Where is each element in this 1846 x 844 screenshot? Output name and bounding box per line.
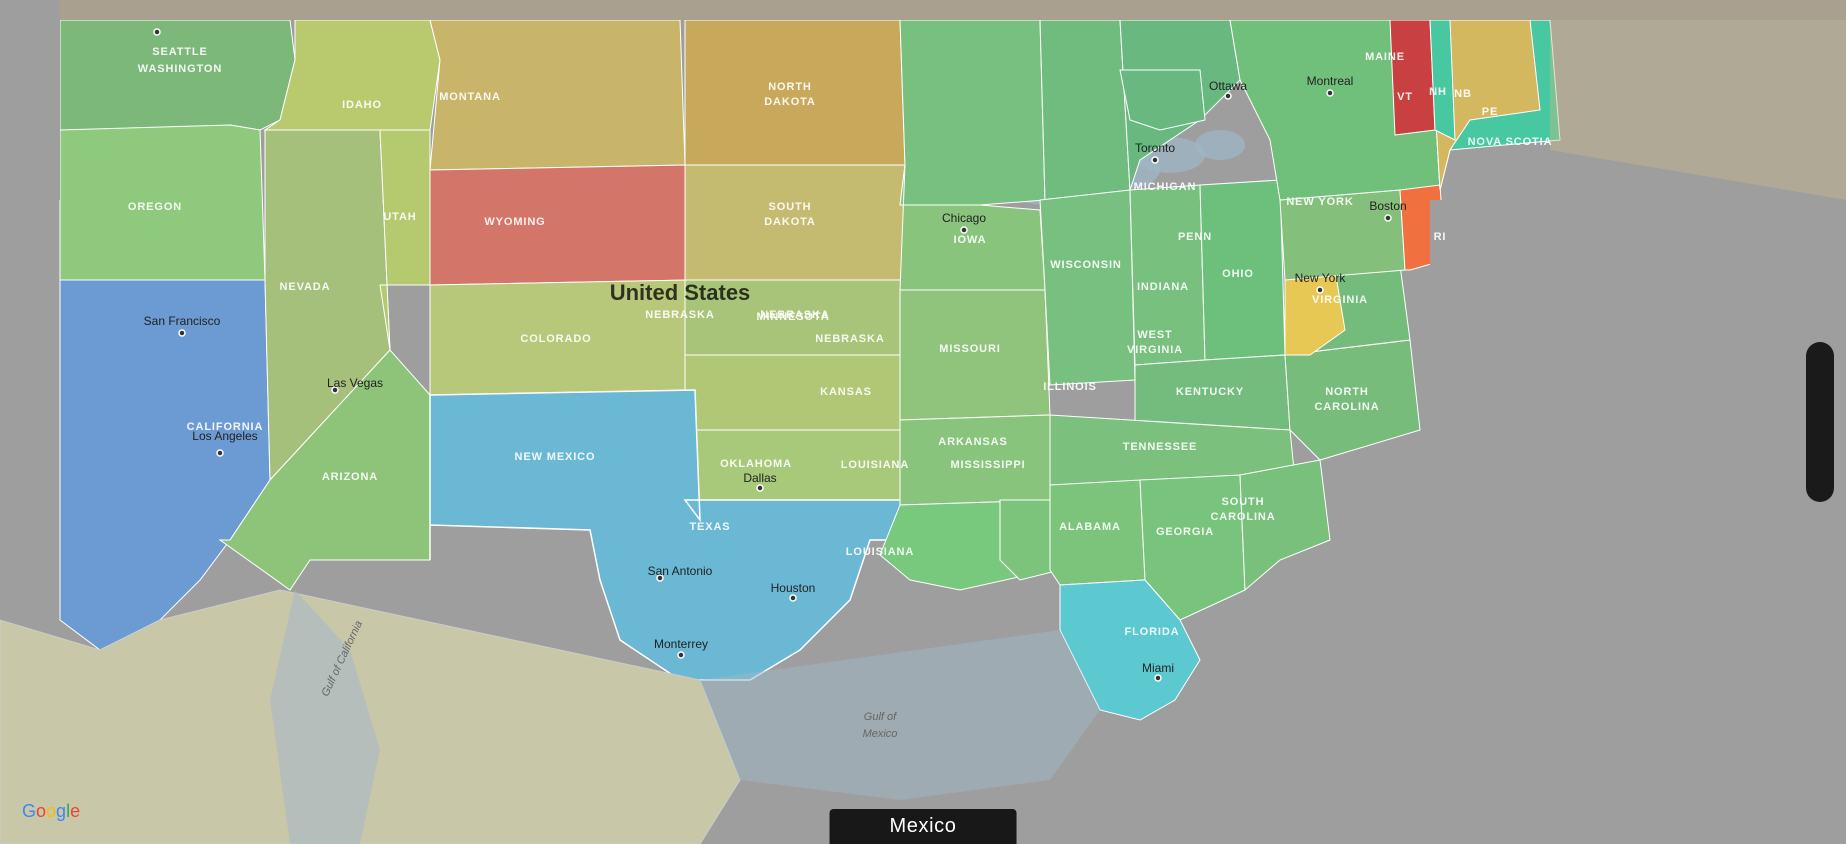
country-label-us: United States xyxy=(610,280,751,305)
city-dot-toronto xyxy=(1152,157,1158,163)
google-g: G xyxy=(22,801,36,821)
google-logo: Google xyxy=(22,801,80,822)
google-e: e xyxy=(70,801,80,821)
city-dot-houston xyxy=(790,595,796,601)
map-container[interactable]: Seattle WASHINGTON OREGON CALIFORNIA NEV… xyxy=(0,0,1846,844)
city-dot-monterrey xyxy=(678,652,684,658)
city-dot-newyork xyxy=(1317,287,1323,293)
water-label-gulfofmexico: Gulf of xyxy=(864,711,897,723)
google-o2: o xyxy=(46,801,56,821)
city-dot-chicago xyxy=(961,227,967,233)
mexico-bar: Mexico xyxy=(830,809,1017,844)
city-dot-dallas xyxy=(757,485,763,491)
mexico-label: Mexico xyxy=(890,815,957,837)
scroll-indicator[interactable] xyxy=(1806,342,1834,502)
city-dot-sanantonio xyxy=(657,575,663,581)
city-dot-sf xyxy=(179,330,185,336)
google-o1: o xyxy=(36,801,46,821)
city-dot-montreal xyxy=(1327,90,1333,96)
city-dot-boston xyxy=(1385,215,1391,221)
water-label-gulfofmexico2: Mexico xyxy=(863,728,898,740)
city-dot-lv xyxy=(332,387,338,393)
city-dot-miami xyxy=(1155,675,1161,681)
google-g2: g xyxy=(56,801,66,821)
city-dot-seattle xyxy=(154,29,160,35)
city-dot-la xyxy=(217,450,223,456)
city-dot-ottawa xyxy=(1225,93,1231,99)
us-map-svg[interactable]: Seattle WASHINGTON OREGON CALIFORNIA NEV… xyxy=(0,0,1846,844)
